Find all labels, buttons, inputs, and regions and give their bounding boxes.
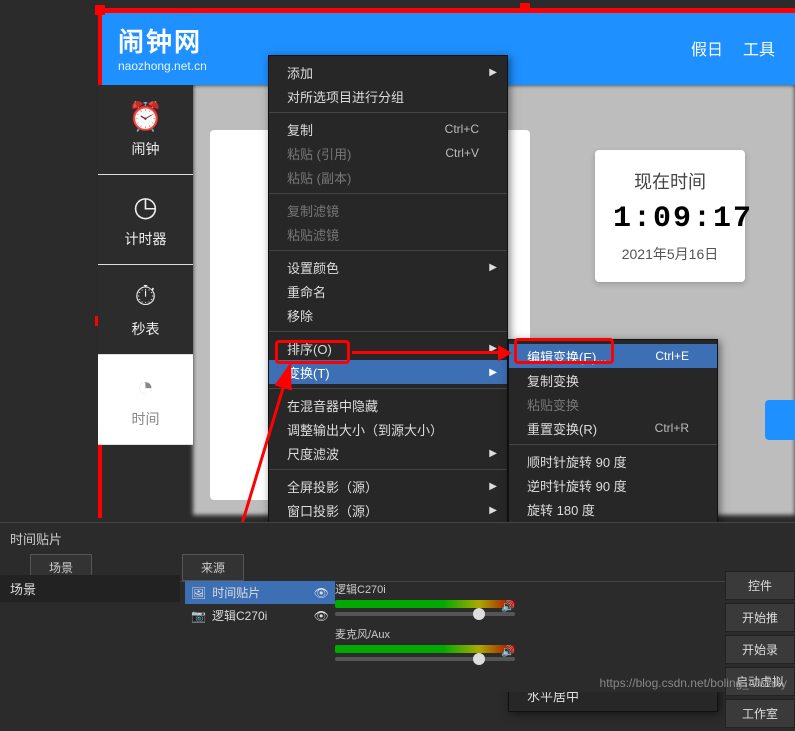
menu-separator (269, 112, 507, 113)
source-label: 时间贴片 (212, 584, 260, 601)
menu-transform[interactable]: 变换(T)▶ (269, 360, 507, 384)
sources-panel: 🖼 时间贴片 👁 📷 逻辑C270i 👁 (185, 581, 335, 627)
menu-paste-dup: 粘贴 (副本) (269, 165, 507, 189)
submenu-arrow-icon: ▶ (489, 448, 497, 459)
menu-paste-filter: 粘贴滤镜 (269, 222, 507, 246)
menu-resize-output[interactable]: 调整输出大小（到源大小） (269, 417, 507, 441)
submenu-arrow-icon: ▶ (489, 481, 497, 492)
btn-start-rec[interactable]: 开始录 (725, 635, 795, 664)
volume-slider[interactable] (335, 657, 515, 661)
submenu-arrow-icon: ▶ (489, 505, 497, 516)
sidenav-alarm-label: 闹钟 (132, 139, 160, 159)
visibility-icon[interactable]: 👁 (314, 586, 329, 600)
nav-holiday[interactable]: 假日 (691, 36, 723, 60)
time-date: 2021年5月16日 (613, 244, 727, 264)
menu-separator (269, 388, 507, 389)
camera-icon: 📷 (191, 609, 206, 623)
menu-separator (269, 331, 507, 332)
time-label: 现在时间 (613, 168, 727, 194)
submenu-arrow-icon: ▶ (489, 367, 497, 378)
mixer-mic-label: 麦克风/Aux (335, 626, 515, 642)
menu-copy[interactable]: 复制Ctrl+C (269, 117, 507, 141)
panel-title: 时间贴片 (0, 523, 795, 554)
menu-hide-mixer[interactable]: 在混音器中隐藏 (269, 393, 507, 417)
sidenav-timer-label: 计时器 (125, 229, 167, 249)
tab-sources[interactable]: 来源 (182, 554, 244, 581)
selection-handle[interactable] (95, 5, 105, 15)
visibility-icon[interactable]: 👁 (314, 609, 329, 623)
side-nav: ⏰ 闹钟 ◷ 计时器 ⏱ 秒表 ◔ 时间 (98, 85, 193, 445)
btn-start-stream[interactable]: 开始推 (725, 603, 795, 632)
submenu-reset-transform[interactable]: 重置变换(R)Ctrl+R (509, 416, 717, 440)
mixer-source-label: 逻辑C270i (335, 581, 515, 597)
menu-copy-filter: 复制滤镜 (269, 198, 507, 222)
nav-tools[interactable]: 工具 (743, 36, 775, 60)
watermark: https://blog.csdn.net/boling_cavalry (600, 676, 787, 690)
menu-paste-ref: 粘贴 (引用)Ctrl+V (269, 141, 507, 165)
volume-slider[interactable] (335, 612, 515, 616)
menu-window-proj[interactable]: 窗口投影（源）▶ (269, 498, 507, 522)
menu-scale-filter[interactable]: 尺度滤波▶ (269, 441, 507, 465)
menu-separator (269, 469, 507, 470)
submenu-paste-transform: 粘贴变换 (509, 392, 717, 416)
submenu-edit-transform[interactable]: 编辑变换(E)...Ctrl+E (509, 344, 717, 368)
menu-fullscreen-proj[interactable]: 全屏投影（源）▶ (269, 474, 507, 498)
menu-rename[interactable]: 重命名 (269, 279, 507, 303)
menu-separator (509, 444, 717, 445)
timer-icon: ◷ (133, 190, 157, 223)
site-title: 闹钟网 (118, 22, 207, 59)
submenu-rotate-180[interactable]: 旋转 180 度 (509, 497, 717, 521)
menu-separator (269, 250, 507, 251)
time-clock: 1:09:17 (613, 202, 727, 236)
sidenav-timer[interactable]: ◷ 计时器 (98, 175, 193, 265)
stopwatch-icon: ⏱ (135, 280, 157, 313)
audio-meter (335, 645, 515, 653)
sidenav-stopwatch-label: 秒表 (132, 319, 160, 339)
submenu-arrow-icon: ▶ (489, 262, 497, 273)
annotation-arrow-line (352, 351, 500, 354)
obs-dock: 时间贴片 场景 来源 场景 🖼 时间贴片 👁 📷 逻辑C270i 👁 逻辑C27… (0, 522, 795, 692)
scene-item[interactable]: 场景 (0, 575, 180, 602)
annotation-arrow-head (498, 345, 512, 361)
slider-knob[interactable] (473, 653, 485, 665)
menu-order[interactable]: 排序(O)▶ (269, 336, 507, 360)
time-card: 现在时间 1:09:17 2021年5月16日 (595, 150, 745, 282)
sidenav-time-label: 时间 (132, 409, 160, 429)
menu-separator (269, 193, 507, 194)
clock-icon: ◔ (137, 371, 154, 403)
audio-meter (335, 600, 515, 608)
site-logo: 闹钟网 naozhong.net.cn (118, 22, 207, 73)
alarm-icon: ⏰ (128, 100, 163, 133)
btn-studio[interactable]: 工作室 (725, 699, 795, 728)
sidenav-time[interactable]: ◔ 时间 (98, 355, 193, 445)
audio-mixer: 逻辑C270i 🔊 麦克风/Aux 🔊 (335, 581, 515, 671)
menu-group[interactable]: 对所选项目进行分组 (269, 84, 507, 108)
menu-set-color[interactable]: 设置颜色▶ (269, 255, 507, 279)
blue-button-fragment[interactable] (765, 400, 795, 440)
submenu-rotate-ccw90[interactable]: 逆时针旋转 90 度 (509, 473, 717, 497)
submenu-arrow-icon: ▶ (489, 67, 497, 78)
sidenav-stopwatch[interactable]: ⏱ 秒表 (98, 265, 193, 355)
source-item-time[interactable]: 🖼 时间贴片 👁 (185, 581, 335, 604)
submenu-rotate-cw90[interactable]: 顺时针旋转 90 度 (509, 449, 717, 473)
sidenav-alarm[interactable]: ⏰ 闹钟 (98, 85, 193, 175)
submenu-copy-transform[interactable]: 复制变换 (509, 368, 717, 392)
source-label: 逻辑C270i (212, 607, 267, 624)
slider-knob[interactable] (473, 608, 485, 620)
controls-panel: 控件 开始推 开始录 启动虚拟 工作室 (725, 571, 795, 731)
menu-add[interactable]: 添加▶ (269, 60, 507, 84)
btn-controls[interactable]: 控件 (725, 571, 795, 600)
site-subtitle: naozhong.net.cn (118, 59, 207, 73)
selection-handle[interactable] (520, 3, 530, 13)
image-icon: 🖼 (191, 586, 206, 600)
source-item-camera[interactable]: 📷 逻辑C270i 👁 (185, 604, 335, 627)
menu-remove[interactable]: 移除 (269, 303, 507, 327)
